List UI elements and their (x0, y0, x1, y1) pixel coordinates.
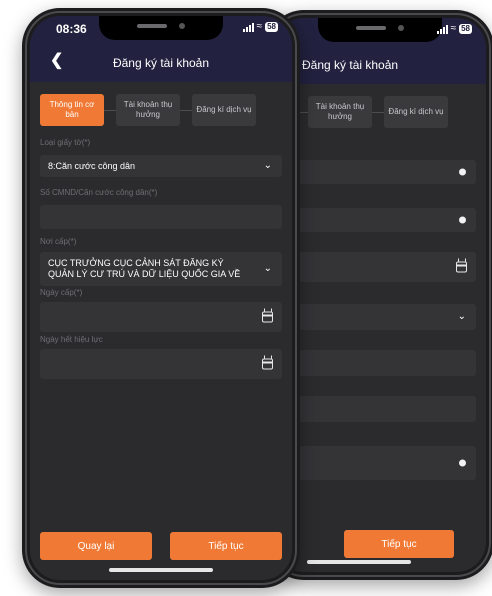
tab-service-registration[interactable]: Đăng kí dịch vụ (192, 94, 256, 126)
back-tab-service-registration[interactable]: Đăng kí dịch vụ (384, 96, 448, 128)
tab-basic-info[interactable]: Thông tin cơ bản (40, 94, 104, 126)
wifi-icon: ≈ (256, 21, 263, 32)
radio-dot-icon (459, 168, 466, 176)
home-indicator (109, 568, 213, 572)
back-field-2[interactable] (274, 208, 476, 232)
back-date-field[interactable] (274, 252, 476, 282)
issue-date-input[interactable] (40, 302, 282, 332)
radio-dot-icon (459, 216, 466, 224)
back-field-5[interactable] (274, 446, 476, 480)
status-time: 08:36 (56, 22, 87, 36)
back-home-indicator (306, 560, 411, 564)
tab-beneficiary-account[interactable]: Tài khoản thụ hưởng (116, 94, 180, 126)
notch (99, 16, 223, 40)
back-field-4[interactable] (274, 396, 476, 422)
doc-type-label: Loại giấy tờ(*) (40, 138, 91, 147)
back-button[interactable]: Quay lại (40, 532, 152, 560)
back-screen: ≈ 58 Đăng ký tài khoản Tài khoản thụ hưở… (274, 18, 486, 572)
phone-front: 08:36 ≈ 58 ❮ Đăng ký tài khoản Thông tin… (22, 8, 300, 588)
chevron-down-icon: ⌄ (263, 159, 272, 171)
issue-place-label: Nơi cấp(*) (40, 237, 77, 246)
chevron-down-icon: ⌄ (457, 310, 466, 322)
next-button[interactable]: Tiếp tục (170, 532, 282, 560)
signal-icon (242, 22, 254, 32)
status-icons: ≈ 58 (242, 21, 278, 32)
id-number-label: Số CMND/Căn cước công dân(*) (40, 188, 158, 197)
expiry-date-label: Ngày hết hiệu lực (40, 335, 103, 344)
back-next-button[interactable]: Tiếp tục (344, 530, 454, 558)
front-screen: 08:36 ≈ 58 ❮ Đăng ký tài khoản Thông tin… (30, 16, 292, 580)
doc-type-select[interactable]: 8:Căn cước công dân ⌄ (40, 155, 282, 177)
issue-place-value: CỤC TRƯỞNG CỤC CẢNH SÁT ĐĂNG KÝ QUẢN LÝ … (48, 258, 241, 279)
battery-icon: 58 (459, 24, 472, 34)
radio-dot-icon (459, 459, 466, 467)
page-title: Đăng ký tài khoản (112, 56, 210, 70)
back-select-field[interactable]: ⌄ (274, 304, 476, 330)
back-tab-beneficiary-account[interactable]: Tài khoản thụ hưởng (308, 96, 372, 128)
calendar-icon (456, 258, 467, 273)
battery-icon: 58 (265, 22, 278, 32)
wifi-icon: ≈ (450, 23, 457, 34)
issue-place-select[interactable]: CỤC TRƯỞNG CỤC CẢNH SÁT ĐĂNG KÝ QUẢN LÝ … (40, 252, 282, 286)
id-number-input[interactable] (40, 205, 282, 229)
back-tab-bar: Tài khoản thụ hưởng Đăng kí dịch vụ (296, 96, 448, 128)
expiry-date-input[interactable] (40, 349, 282, 379)
doc-type-value: 8:Căn cước công dân (48, 161, 135, 171)
signal-icon (436, 24, 448, 34)
tab-bar: Thông tin cơ bản Tài khoản thụ hưởng Đăn… (40, 94, 256, 126)
back-status-icons: ≈ 58 (436, 23, 472, 34)
back-field-3[interactable] (274, 350, 476, 376)
back-notch (318, 18, 442, 42)
calendar-icon[interactable] (262, 308, 273, 323)
issue-date-label: Ngày cấp(*) (40, 288, 83, 297)
back-field-1[interactable] (274, 160, 476, 184)
canvas: ≈ 58 Đăng ký tài khoản Tài khoản thụ hưở… (0, 0, 492, 596)
back-page-title: Đăng ký tài khoản (302, 58, 399, 72)
calendar-icon[interactable] (262, 355, 273, 370)
chevron-down-icon: ⌄ (263, 262, 272, 274)
